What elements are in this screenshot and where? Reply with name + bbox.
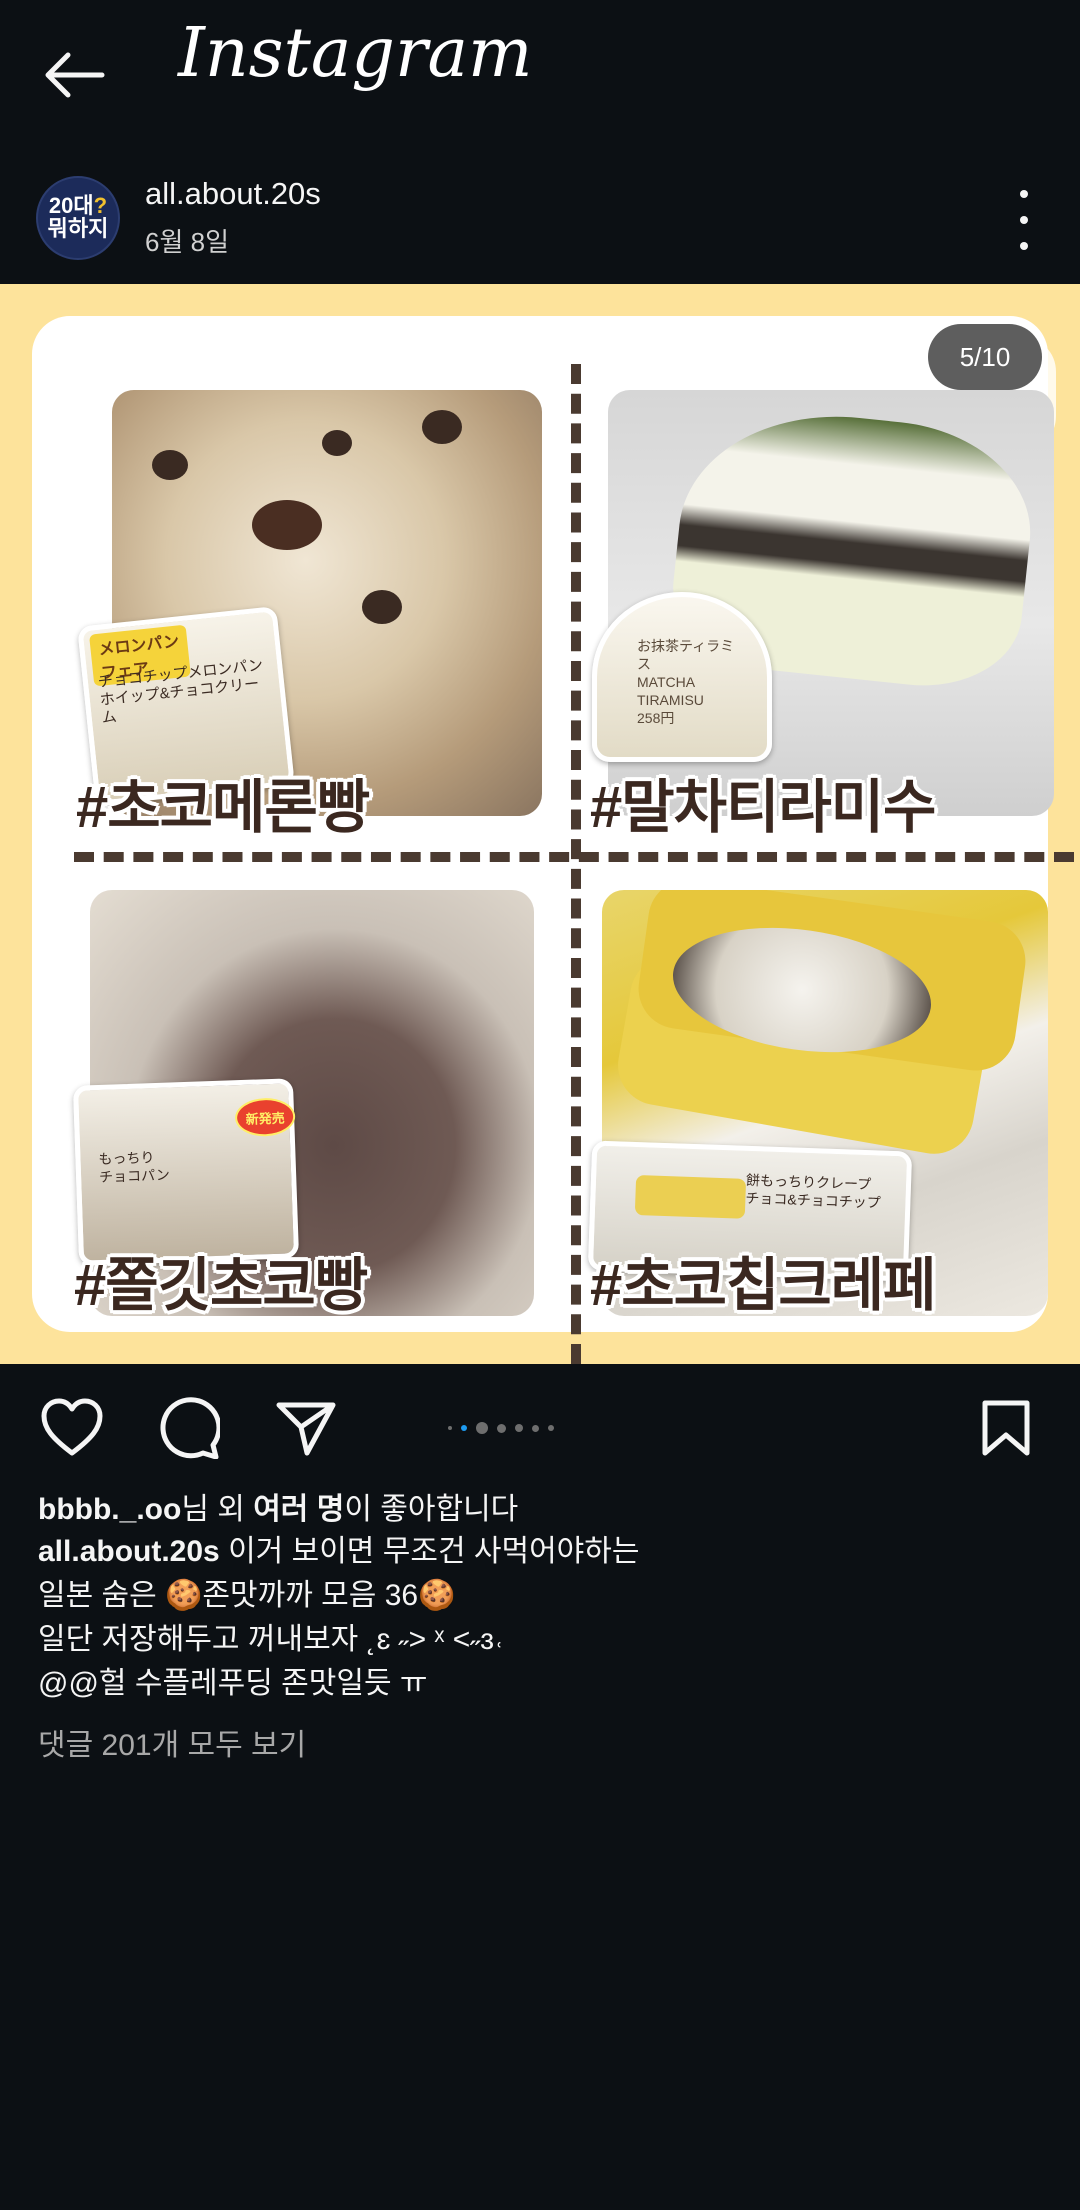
more-options-button[interactable] bbox=[1004, 190, 1044, 250]
caption-line-1: 이거 보이면 무조건 사먹어야하는 bbox=[219, 1535, 640, 1568]
likes-middle-text: 님 외 bbox=[181, 1493, 254, 1526]
author-username[interactable]: all.about.20s bbox=[145, 176, 321, 212]
post-date: 6월 8일 bbox=[145, 227, 229, 257]
likes-suffix: 이 좋아합니다 bbox=[344, 1493, 519, 1526]
post-header: 20대? 뭐하지 all.about.20s 6월 8일 bbox=[0, 160, 1080, 284]
caption-username[interactable]: all.about.20s bbox=[38, 1535, 220, 1568]
comment-button[interactable] bbox=[156, 1396, 220, 1460]
caption-line-4: @@헐 수플레푸딩 존맛일듯 ㅠ bbox=[38, 1667, 428, 1700]
action-bar bbox=[0, 1364, 1080, 1484]
carousel-dot bbox=[461, 1425, 467, 1431]
media-counter: 5/10 bbox=[928, 324, 1042, 390]
author-avatar[interactable]: 20대? 뭐하지 bbox=[36, 176, 120, 260]
back-arrow-icon bbox=[45, 52, 105, 98]
carousel-dot bbox=[532, 1424, 539, 1432]
label-chocochip-crepe: #초코칩크레페 bbox=[590, 1253, 936, 1318]
avatar-text-2: 뭐하지 bbox=[47, 216, 109, 241]
package-text: お抹茶ティラミス MATCHA TIRAMISU 258円 bbox=[637, 638, 735, 726]
carousel-dot bbox=[497, 1423, 506, 1433]
new-release-badge: 新発売 bbox=[234, 1097, 296, 1138]
post-image[interactable]: メロンパン フェア チョコチップメロンパン ホイップ&チョコクリーム お抹茶ティ… bbox=[0, 284, 1080, 1364]
likes-others[interactable]: 여러 명 bbox=[253, 1493, 344, 1526]
share-button[interactable] bbox=[274, 1396, 338, 1460]
share-icon bbox=[276, 1402, 336, 1456]
label-chewy-choco-bread: #쫄깃초코빵 bbox=[74, 1253, 368, 1318]
carousel-dot bbox=[448, 1426, 452, 1430]
save-button[interactable] bbox=[974, 1396, 1038, 1460]
carousel-indicator bbox=[448, 1420, 608, 1436]
top-bar: Instagram bbox=[0, 0, 1080, 150]
collage-card: メロンパン フェア チョコチップメロンパン ホイップ&チョコクリーム お抹茶ティ… bbox=[32, 316, 1074, 1364]
comment-icon bbox=[160, 1397, 220, 1459]
post-caption: all.about.20s 이거 보이면 무조건 사먹어야하는 일본 숨은 🍪존… bbox=[38, 1530, 1038, 1706]
liker-username[interactable]: bbbb._.oo bbox=[38, 1493, 181, 1526]
package-tiramisu: お抹茶ティラミス MATCHA TIRAMISU 258円 bbox=[592, 592, 772, 762]
bookmark-icon bbox=[982, 1400, 1030, 1456]
divider-horizontal bbox=[74, 852, 1074, 862]
app-logo: Instagram bbox=[178, 14, 533, 93]
carousel-dot bbox=[515, 1424, 523, 1432]
like-button[interactable] bbox=[40, 1396, 104, 1460]
caption-line-2: 일본 숨은 🍪존맛까까 모음 36🍪 bbox=[38, 1579, 456, 1612]
caption-line-3: 일단 저장해두고 꺼내보자 ˛ɛ ˶> ˣ <˶ɜ˓ bbox=[38, 1623, 504, 1656]
package-text: もっちり チョコパン bbox=[98, 1149, 171, 1186]
view-all-comments-link[interactable]: 댓글 201개 모두 보기 bbox=[38, 1720, 306, 1764]
heart-icon bbox=[41, 1398, 103, 1456]
divider-vertical bbox=[571, 364, 581, 1364]
carousel-dot bbox=[476, 1422, 488, 1434]
back-button[interactable] bbox=[36, 42, 112, 108]
label-choco-melon-bread: #초코메론빵 bbox=[76, 775, 370, 840]
more-vertical-icon bbox=[1020, 190, 1028, 198]
carousel-dot bbox=[548, 1425, 554, 1431]
avatar-question: ? bbox=[93, 193, 108, 218]
label-matcha-tiramisu: #말차티라미수 bbox=[590, 775, 936, 840]
avatar-text: 20대 bbox=[48, 193, 94, 218]
likes-summary[interactable]: bbbb._.oo님 외 여러 명이 좋아합니다 bbox=[38, 1484, 518, 1528]
package-text: 餅もっちりクレープ チョコ&チョコチップ bbox=[745, 1171, 881, 1211]
